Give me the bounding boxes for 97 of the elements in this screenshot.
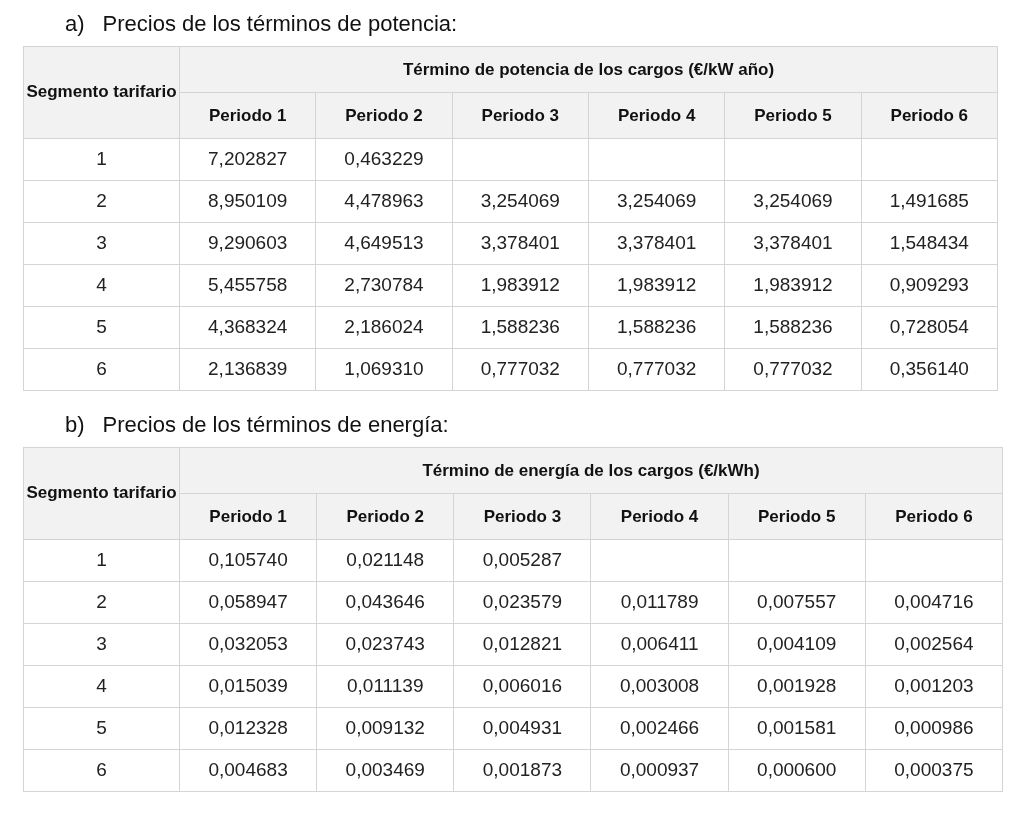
table-cell: 0,777032: [452, 348, 589, 391]
table-cell: 0,002564: [865, 623, 1003, 666]
table-cell: 1,983912: [452, 264, 589, 307]
table-cell: 0,002466: [590, 707, 729, 750]
group-header: Término de potencia de los cargos (€/kW año): [179, 46, 998, 93]
table-cell: 1,069310: [315, 348, 453, 391]
table-cell: 3,254069: [588, 180, 725, 223]
table-cell: 4,368324: [179, 306, 316, 349]
table-cell: 0,005287: [453, 539, 591, 582]
segment-cell: 4: [23, 264, 180, 307]
section-marker: b): [65, 410, 85, 439]
column-header: Periodo 6: [861, 92, 998, 139]
table-cell: 0,007557: [728, 581, 866, 624]
table-cell: 0,000375: [865, 749, 1003, 792]
table-cell: 1,983912: [724, 264, 862, 307]
table-cell: 0,000600: [728, 749, 866, 792]
table-cell: 0,001873: [453, 749, 591, 792]
segment-cell: 5: [23, 306, 180, 349]
table-cell: 0,015039: [179, 665, 317, 708]
table-cell: 0,012328: [179, 707, 317, 750]
segment-cell: 2: [23, 180, 180, 223]
table-cell: 0,001203: [865, 665, 1003, 708]
table-cell: 0,021148: [316, 539, 454, 582]
table-cell: 2,136839: [179, 348, 316, 391]
table-cell: 0,728054: [861, 306, 998, 349]
section-marker: a): [65, 9, 85, 38]
table-cell: 1,588236: [588, 306, 725, 349]
table-cell: 0,000986: [865, 707, 1003, 750]
column-header: Periodo 1: [179, 92, 316, 139]
column-header: Periodo 1: [179, 493, 317, 540]
table-cell: 0,003008: [590, 665, 729, 708]
table-cell: 9,290603: [179, 222, 316, 265]
table-cell: 0,058947: [179, 581, 317, 624]
table-cell: 3,378401: [452, 222, 589, 265]
segment-cell: 2: [23, 581, 180, 624]
table-cell: 0,004683: [179, 749, 317, 792]
section-heading: Precios de los términos de energía:: [102, 410, 449, 439]
column-header: Periodo 6: [865, 493, 1003, 540]
table-cell: 0,043646: [316, 581, 454, 624]
table-cell: 0,006411: [590, 623, 729, 666]
table-cell: 4,478963: [315, 180, 453, 223]
table-cell: 0,011789: [590, 581, 729, 624]
table-cell: 0,001928: [728, 665, 866, 708]
column-header: Periodo 2: [316, 493, 454, 540]
table-cell: 0,356140: [861, 348, 998, 391]
table-cell: 0,012821: [453, 623, 591, 666]
segment-cell: 5: [23, 707, 180, 750]
table-cell: 5,455758: [179, 264, 316, 307]
table-cell: 0,023743: [316, 623, 454, 666]
column-header: Periodo 3: [452, 92, 589, 139]
table-cell: 3,378401: [588, 222, 725, 265]
table-cell: 0,463229: [315, 138, 453, 181]
column-header: Periodo 3: [453, 493, 591, 540]
segment-cell: 3: [23, 623, 180, 666]
row-header: Segmento tarifario: [23, 46, 180, 139]
column-header: Periodo 5: [728, 493, 866, 540]
table-cell: 0,032053: [179, 623, 317, 666]
segment-cell: 1: [23, 138, 180, 181]
segment-cell: 1: [23, 539, 180, 582]
table-cell: 1,588236: [452, 306, 589, 349]
table-cell: 1,588236: [724, 306, 862, 349]
table-cell: 1,548434: [861, 222, 998, 265]
group-header: Término de energía de los cargos (€/kWh): [179, 447, 1003, 494]
column-header: Periodo 5: [724, 92, 862, 139]
table-cell: 3,378401: [724, 222, 862, 265]
table-cell: 0,004931: [453, 707, 591, 750]
table-cell: 2,186024: [315, 306, 453, 349]
table-cell: 0,000937: [590, 749, 729, 792]
table-cell: 1,983912: [588, 264, 725, 307]
table-cell: 0,001581: [728, 707, 866, 750]
table-cell: 0,004716: [865, 581, 1003, 624]
table-cell: 0,777032: [724, 348, 862, 391]
segment-cell: 3: [23, 222, 180, 265]
table-cell: 1,491685: [861, 180, 998, 223]
section-heading: Precios de los términos de potencia:: [102, 9, 458, 38]
table-cell: 3,254069: [724, 180, 862, 223]
row-header: Segmento tarifario: [23, 447, 180, 540]
table-cell: 0,011139: [316, 665, 454, 708]
table-cell: 7,202827: [179, 138, 316, 181]
table-cell: 3,254069: [452, 180, 589, 223]
column-header: Periodo 4: [588, 92, 725, 139]
table-cell: 2,730784: [315, 264, 453, 307]
table-cell: 0,004109: [728, 623, 866, 666]
table-cell: 4,649513: [315, 222, 453, 265]
column-header: Periodo 2: [315, 92, 453, 139]
table-cell: 0,003469: [316, 749, 454, 792]
table-cell: 0,105740: [179, 539, 317, 582]
column-header: Periodo 4: [590, 493, 729, 540]
table-cell: 0,009132: [316, 707, 454, 750]
table-cell: 0,006016: [453, 665, 591, 708]
segment-cell: 6: [23, 749, 180, 792]
table-cell: 0,023579: [453, 581, 591, 624]
segment-cell: 6: [23, 348, 180, 391]
table-cell: 8,950109: [179, 180, 316, 223]
table-cell: 0,777032: [588, 348, 725, 391]
segment-cell: 4: [23, 665, 180, 708]
table-cell: 0,909293: [861, 264, 998, 307]
